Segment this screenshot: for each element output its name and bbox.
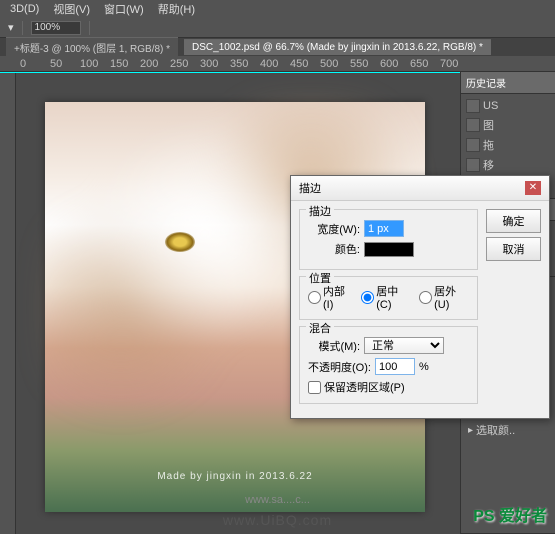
dialog-body: 描边 宽度(W): 颜色: 位置 内部(I) 居中(C) 居外(U) [291,201,549,418]
color-label: 颜色: [308,241,360,257]
stroke-dialog: 描边 ✕ 描边 宽度(W): 颜色: 位置 内部(I) 居中(C) [290,175,550,419]
opacity-unit: % [419,361,429,373]
group-label: 位置 [306,270,334,286]
history-panel-tab[interactable]: 历史记录 [461,72,555,94]
history-item[interactable]: US [464,97,552,115]
ok-button[interactable]: 确定 [486,209,541,233]
menubar: 3D(D) 视图(V) 窗口(W) 帮助(H) [0,0,555,18]
history-icon [466,99,480,113]
pos-center-radio[interactable]: 居中(C) [361,283,411,311]
blend-group: 混合 模式(M): 正常 不透明度(O): % 保留透明区域(P) [299,326,478,404]
mode-label: 模式(M): [308,338,360,354]
menu-window[interactable]: 窗口(W) [98,0,150,19]
stroke-group: 描边 宽度(W): 颜色: [299,209,478,270]
watermark-small: www.sa....c... [245,494,310,506]
history-item[interactable]: 拖 [464,135,552,155]
dialog-buttons: 确定 取消 [486,209,541,410]
tool-indicator[interactable]: ▾ [8,21,14,34]
guide-line[interactable] [0,72,460,73]
position-group: 位置 内部(I) 居中(C) 居外(U) [299,276,478,320]
separator [22,21,23,35]
pos-outside-radio[interactable]: 居外(U) [419,283,469,311]
pos-inside-radio[interactable]: 内部(I) [308,283,353,311]
watermark-url: www.UiBQ.com [223,512,332,528]
width-label: 宽度(W): [308,221,360,237]
group-label: 混合 [306,320,334,336]
subject-bee [165,232,195,252]
history-item[interactable]: 图 [464,115,552,135]
watermark-logo: PS 爱好者 [473,502,547,526]
options-bar: ▾ 100% [0,18,555,38]
history-item[interactable]: 移 [464,155,552,175]
preserve-label: 保留透明区域(P) [324,379,405,395]
fx-item[interactable]: ▸ 选取颜.. [464,420,552,440]
history-icon [466,158,480,172]
menu-help[interactable]: 帮助(H) [152,0,201,19]
color-swatch[interactable] [364,242,414,257]
menu-view[interactable]: 视图(V) [47,0,96,19]
opacity-label: 不透明度(O): [308,359,371,375]
zoom-level[interactable]: 100% [31,21,81,35]
width-input[interactable] [364,220,404,237]
dialog-titlebar[interactable]: 描边 ✕ [291,176,549,201]
group-label: 描边 [306,203,334,219]
separator [89,21,90,35]
ruler-horizontal: 0 50 100 150 200 250 300 350 400 450 500… [0,56,555,72]
mode-select[interactable]: 正常 [364,337,444,354]
opacity-input[interactable] [375,358,415,375]
document-tabs: +标题-3 @ 100% (图层 1, RGB/8) * DSC_1002.ps… [0,38,555,56]
doc-tab-1[interactable]: +标题-3 @ 100% (图层 1, RGB/8) * [6,37,178,57]
cancel-button[interactable]: 取消 [486,237,541,261]
doc-tab-2[interactable]: DSC_1002.psd @ 66.7% (Made by jingxin in… [184,39,491,55]
dialog-content: 描边 宽度(W): 颜色: 位置 内部(I) 居中(C) 居外(U) [299,209,478,410]
close-icon[interactable]: ✕ [525,181,541,195]
canvas-caption: Made by jingxin in 2013.6.22 [157,471,312,482]
menu-3d[interactable]: 3D(D) [4,1,45,17]
history-icon [466,138,480,152]
history-icon [466,118,480,132]
preserve-transparency-checkbox[interactable] [308,381,321,394]
ruler-vertical [0,72,16,534]
dialog-title-text: 描边 [299,180,321,196]
